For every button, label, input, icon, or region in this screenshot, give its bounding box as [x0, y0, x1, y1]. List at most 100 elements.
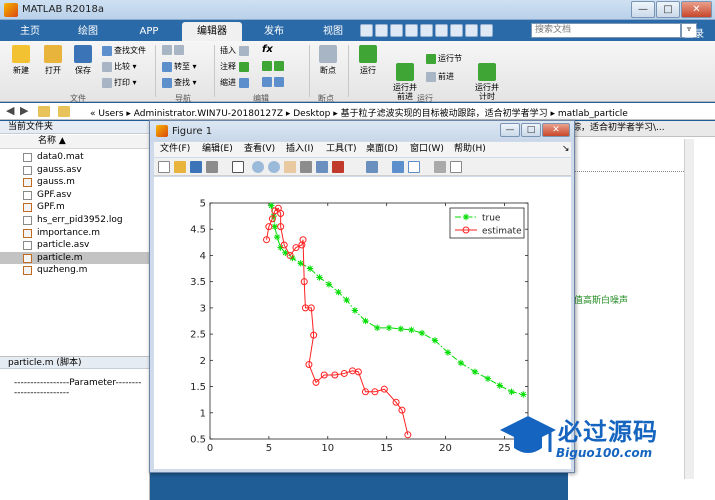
maximize-button[interactable]: □: [656, 1, 680, 18]
paste-icon[interactable]: [405, 24, 418, 37]
m-file-icon: [23, 266, 32, 276]
run-time-button[interactable]: 运行并 计时: [470, 45, 504, 110]
print-figure-icon[interactable]: [206, 161, 218, 173]
back-icon[interactable]: ◀: [6, 104, 14, 117]
list-item[interactable]: quzheng.m: [0, 264, 150, 277]
forward-icon[interactable]: ▶: [20, 104, 28, 117]
list-item[interactable]: particle.asv: [0, 239, 150, 252]
list-item[interactable]: GPF.m: [0, 201, 150, 214]
list-item[interactable]: importance.m: [0, 227, 150, 240]
rotate-3d-icon[interactable]: [300, 161, 312, 173]
settings-icon[interactable]: [480, 24, 493, 37]
breakpoints-button[interactable]: 断点: [313, 45, 343, 76]
goto-button[interactable]: 转至 ▾: [162, 61, 197, 72]
m-file-icon: [23, 228, 32, 238]
zoom-out-icon[interactable]: [268, 161, 280, 173]
fx-button[interactable]: fx: [262, 44, 273, 55]
file-name: particle.asv: [37, 240, 90, 251]
run-section-button[interactable]: 运行节: [426, 53, 462, 64]
cut-icon[interactable]: [375, 24, 388, 37]
insert-legend-icon[interactable]: [408, 161, 420, 173]
figure-minimize-button[interactable]: —: [500, 123, 520, 137]
save-button[interactable]: 保存: [68, 45, 98, 76]
open-button[interactable]: 打开: [38, 45, 68, 76]
list-item[interactable]: gauss.asv: [0, 164, 150, 177]
matlab-logo-icon: [4, 3, 18, 17]
menu-edit[interactable]: 编辑(E): [202, 142, 233, 157]
insert-button[interactable]: 插入: [220, 45, 251, 56]
editor-file-tab[interactable]: 踪，适合初学者学习\...: [568, 121, 715, 137]
menu-desktop[interactable]: 桌面(D): [366, 142, 398, 157]
y-tick-label: 3.5: [190, 277, 206, 288]
list-item[interactable]: hs_err_pid3952.log: [0, 214, 150, 227]
current-path[interactable]: « Users ▸ Administrator.WIN7U-20180127Z …: [90, 106, 628, 119]
new-figure-icon[interactable]: [158, 161, 170, 173]
indent-button[interactable]: 缩进: [220, 77, 251, 88]
insert-colorbar-icon[interactable]: [392, 161, 404, 173]
minimize-button[interactable]: —: [631, 1, 655, 18]
brush-icon[interactable]: [332, 161, 344, 173]
print-label: 打印: [114, 78, 130, 87]
menu-tools[interactable]: 工具(T): [326, 142, 357, 157]
compare-button[interactable]: 比较 ▾: [102, 61, 137, 72]
run-time-label: 运行并 计时: [475, 83, 499, 101]
file-name: gauss.asv: [37, 164, 82, 175]
nav-back-forward[interactable]: [162, 45, 186, 55]
tab-plots[interactable]: 绘图: [68, 22, 108, 41]
comment-button[interactable]: 注释: [220, 61, 251, 72]
find-button[interactable]: 查找 ▾: [162, 77, 197, 88]
code-comment: 值高斯白噪声: [574, 296, 629, 306]
browse-folder-icon[interactable]: [58, 106, 70, 117]
file-name: gauss.m: [37, 177, 75, 188]
show-plot-tools-icon[interactable]: [450, 161, 462, 173]
close-button[interactable]: ✕: [681, 1, 712, 18]
link-plot-icon[interactable]: [366, 161, 378, 173]
list-item[interactable]: data0.mat: [0, 151, 150, 164]
redo-icon[interactable]: [435, 24, 448, 37]
column-header-name[interactable]: 名称 ▲: [0, 135, 150, 149]
search-input[interactable]: 搜索文档: [531, 23, 681, 38]
figure-maximize-button[interactable]: □: [521, 123, 541, 137]
folder-icon[interactable]: [38, 106, 50, 117]
data-cursor-icon[interactable]: [316, 161, 328, 173]
run-button[interactable]: 运行: [352, 45, 384, 76]
find-files-button[interactable]: 查找文件: [102, 45, 146, 56]
tab-view[interactable]: 视图: [310, 22, 356, 41]
percent-icons[interactable]: [262, 61, 286, 71]
menu-file[interactable]: 文件(F): [160, 142, 190, 157]
undo-icon[interactable]: [420, 24, 433, 37]
copy-icon[interactable]: [390, 24, 403, 37]
figure-close-button[interactable]: ✕: [542, 123, 570, 137]
ribbon-separator: [309, 45, 310, 97]
help-icon[interactable]: [465, 24, 478, 37]
menu-window[interactable]: 窗口(W): [410, 142, 444, 157]
list-item[interactable]: GPF.asv: [0, 189, 150, 202]
new-button[interactable]: 新建: [6, 45, 36, 76]
zoom-in-icon[interactable]: [252, 161, 264, 173]
pan-icon[interactable]: [284, 161, 296, 173]
indent-icons[interactable]: [262, 77, 286, 87]
tab-apps[interactable]: APP: [126, 22, 172, 41]
login-link[interactable]: 登录: [684, 25, 704, 40]
open-file-icon[interactable]: [174, 161, 186, 173]
menu-insert[interactable]: 插入(I): [286, 142, 314, 157]
print-button[interactable]: 打印 ▾: [102, 77, 137, 88]
tab-publish[interactable]: 发布: [250, 22, 298, 41]
hide-plot-tools-icon[interactable]: [434, 161, 446, 173]
decrease-indent-icon: [274, 77, 284, 87]
switch-window-icon[interactable]: [450, 24, 463, 37]
run-section-label: 运行节: [438, 54, 462, 63]
edit-plot-icon[interactable]: [232, 161, 244, 173]
advance-button[interactable]: 前进: [426, 71, 454, 82]
save-figure-icon[interactable]: [190, 161, 202, 173]
menu-view[interactable]: 查看(V): [244, 142, 275, 157]
tab-editor[interactable]: 编辑器: [182, 22, 242, 41]
menu-help[interactable]: 帮助(H): [454, 142, 486, 157]
list-item[interactable]: particle.m: [0, 251, 150, 265]
comment-icon: [238, 61, 249, 72]
dock-icon[interactable]: ↘: [562, 142, 570, 157]
tab-home[interactable]: 主页: [10, 22, 50, 41]
save-icon[interactable]: [360, 24, 373, 37]
list-item[interactable]: gauss.m: [0, 176, 150, 189]
point-true: [484, 375, 492, 382]
